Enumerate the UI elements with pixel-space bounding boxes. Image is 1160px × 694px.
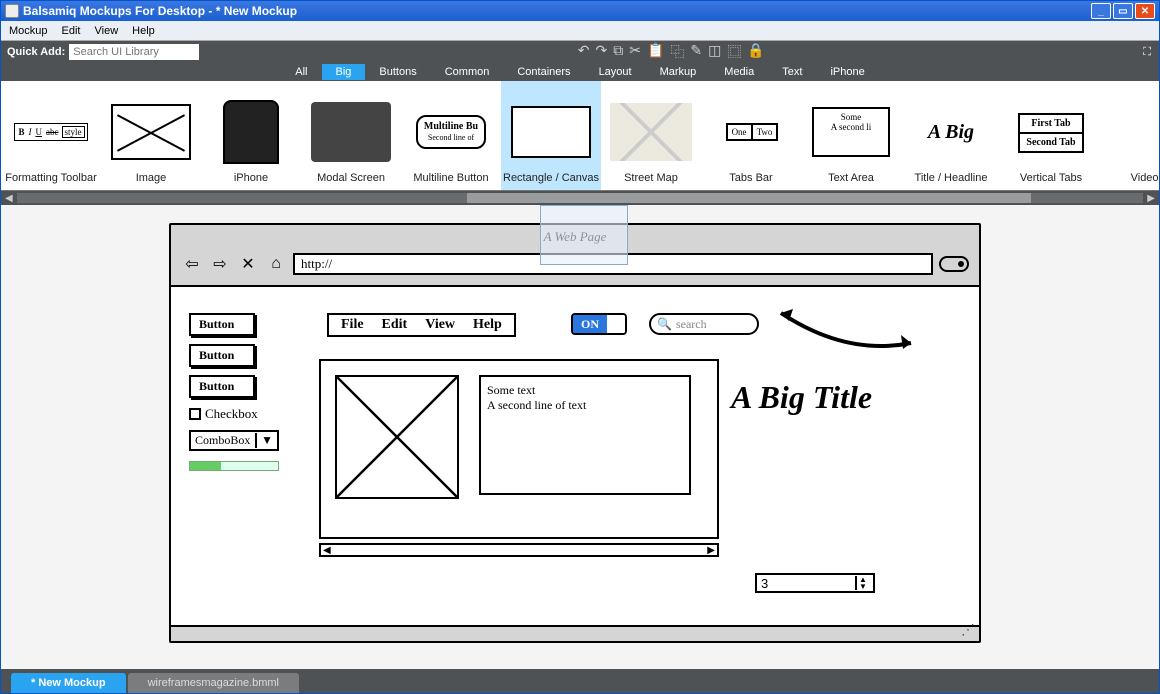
textarea-widget[interactable]: Some text A second line of text xyxy=(479,375,691,495)
copy-icon[interactable]: ⧉ xyxy=(613,42,623,62)
library-item[interactable]: Video Pl xyxy=(1101,81,1159,190)
cat-media[interactable]: Media xyxy=(710,64,768,80)
button-widget[interactable]: Button xyxy=(189,313,255,336)
library-item[interactable]: BIUabcstyle Formatting Toolbar xyxy=(1,81,101,190)
library-item-selected[interactable]: Rectangle / Canvas xyxy=(501,81,601,190)
lock-icon[interactable]: 🔒 xyxy=(747,42,764,62)
close-button[interactable]: ✕ xyxy=(1135,3,1155,19)
headline-widget[interactable]: A Big Title xyxy=(731,379,872,416)
cat-buttons[interactable]: Buttons xyxy=(365,64,430,80)
window-title: Balsamiq Mockups For Desktop - * New Moc… xyxy=(23,4,1091,18)
edit-icon[interactable]: ✎ xyxy=(690,42,702,62)
browser-footer: ⋰ xyxy=(171,625,979,641)
scrollbar-thumb[interactable] xyxy=(467,193,1030,203)
progressbar-widget[interactable] xyxy=(189,461,279,471)
hscrollbar-widget[interactable]: ◀▶ xyxy=(319,543,719,557)
app-icon xyxy=(5,4,19,18)
library-item[interactable]: Multiline BuSecond line of Multiline But… xyxy=(401,81,501,190)
canvas[interactable]: A Web Page ⇦ ⇨ ✕ ⌂ http:// Button Button… xyxy=(1,205,1159,669)
resize-grip-icon[interactable]: ⋰ xyxy=(961,622,975,639)
image-placeholder-widget[interactable] xyxy=(335,375,459,499)
drag-ghost-rectangle[interactable] xyxy=(540,205,628,265)
document-tabs: * New Mockup wireframesmagazine.bmml xyxy=(1,669,1159,693)
forward-icon[interactable]: ⇨ xyxy=(209,255,231,273)
back-icon[interactable]: ⇦ xyxy=(181,255,203,273)
library-item[interactable]: SomeA second li Text Area xyxy=(801,81,901,190)
button-widget[interactable]: Button xyxy=(189,344,255,367)
titlebar[interactable]: Balsamiq Mockups For Desktop - * New Moc… xyxy=(1,1,1159,21)
library-item[interactable]: OneTwo Tabs Bar xyxy=(701,81,801,190)
menubar-widget[interactable]: File Edit View Help xyxy=(327,313,516,337)
cat-big[interactable]: Big xyxy=(322,64,366,80)
checkbox-widget[interactable]: Checkbox xyxy=(189,406,279,422)
library-item[interactable]: First TabSecond Tab Vertical Tabs xyxy=(1001,81,1101,190)
group-icon[interactable]: ◫ xyxy=(708,42,721,62)
scroll-right-icon[interactable]: ▶ xyxy=(1147,193,1155,204)
loading-indicator xyxy=(939,256,969,272)
cat-iphone[interactable]: iPhone xyxy=(816,64,878,80)
cat-all[interactable]: All xyxy=(281,64,321,80)
paste-icon[interactable]: 📋 xyxy=(647,42,664,62)
menu-edit[interactable]: Edit xyxy=(62,25,81,37)
cut-icon[interactable]: ✂ xyxy=(629,42,641,62)
maximize-button[interactable]: ▭ xyxy=(1113,3,1133,19)
arrow-annotation[interactable] xyxy=(771,301,921,361)
numeric-stepper-widget[interactable]: 3 ▲▼ xyxy=(755,573,875,593)
redo-icon[interactable]: ↷ xyxy=(595,42,607,62)
category-tabs: All Big Buttons Common Containers Layout… xyxy=(1,63,1159,81)
fullscreen-icon[interactable]: ⛶ xyxy=(1143,46,1151,59)
ungroup-icon[interactable]: ⿴ xyxy=(727,42,741,62)
library-item[interactable]: Image xyxy=(101,81,201,190)
container-widget[interactable]: Some text A second line of text xyxy=(319,359,719,539)
combobox-widget[interactable]: ComboBox▼ xyxy=(189,430,279,451)
library-item[interactable]: A Big Title / Headline xyxy=(901,81,1001,190)
home-icon[interactable]: ⌂ xyxy=(265,255,287,273)
doc-tab[interactable]: wireframesmagazine.bmml xyxy=(128,673,299,693)
undo-icon[interactable]: ↶ xyxy=(578,42,590,62)
cat-markup[interactable]: Markup xyxy=(646,64,711,80)
stop-icon[interactable]: ✕ xyxy=(237,255,259,273)
app-menubar: Mockup Edit View Help xyxy=(1,21,1159,41)
menu-help[interactable]: Help xyxy=(132,25,155,37)
menu-view[interactable]: View xyxy=(95,25,119,37)
toolbar-icons: ↶ ↷ ⧉ ✂ 📋 ⿻ ✎ ◫ ⿴ 🔒 xyxy=(578,42,765,62)
search-library-input[interactable] xyxy=(69,44,199,60)
menu-mockup[interactable]: Mockup xyxy=(9,25,48,37)
ui-library: BIUabcstyle Formatting Toolbar Image iPh… xyxy=(1,81,1159,191)
browser-body: Button Button Button Checkbox ComboBox▼ … xyxy=(171,287,979,625)
window-buttons: _ ▭ ✕ xyxy=(1091,3,1155,19)
scroll-left-icon[interactable]: ◀ xyxy=(5,193,13,204)
cat-containers[interactable]: Containers xyxy=(503,64,584,80)
duplicate-icon[interactable]: ⿻ xyxy=(670,42,684,62)
toggle-widget[interactable]: ON xyxy=(571,313,627,335)
browser-mockup[interactable]: A Web Page ⇦ ⇨ ✕ ⌂ http:// Button Button… xyxy=(169,223,981,643)
cat-layout[interactable]: Layout xyxy=(585,64,646,80)
button-widget[interactable]: Button xyxy=(189,375,255,398)
minimize-button[interactable]: _ xyxy=(1091,3,1111,19)
cat-common[interactable]: Common xyxy=(431,64,504,80)
quickadd-label: Quick Add: xyxy=(7,46,65,58)
library-item[interactable]: Modal Screen xyxy=(301,81,401,190)
search-icon: 🔍 xyxy=(657,317,672,332)
toolbar: Quick Add: ↶ ↷ ⧉ ✂ 📋 ⿻ ✎ ◫ ⿴ 🔒 ⛶ xyxy=(1,41,1159,63)
searchbox-widget[interactable]: 🔍 search xyxy=(649,313,759,335)
library-item[interactable]: Street Map xyxy=(601,81,701,190)
library-item[interactable]: iPhone xyxy=(201,81,301,190)
doc-tab-active[interactable]: * New Mockup xyxy=(11,673,126,693)
app-window: Balsamiq Mockups For Desktop - * New Moc… xyxy=(0,0,1160,694)
library-scrollbar[interactable]: ◀ ▶ xyxy=(1,191,1159,205)
cat-text[interactable]: Text xyxy=(768,64,816,80)
